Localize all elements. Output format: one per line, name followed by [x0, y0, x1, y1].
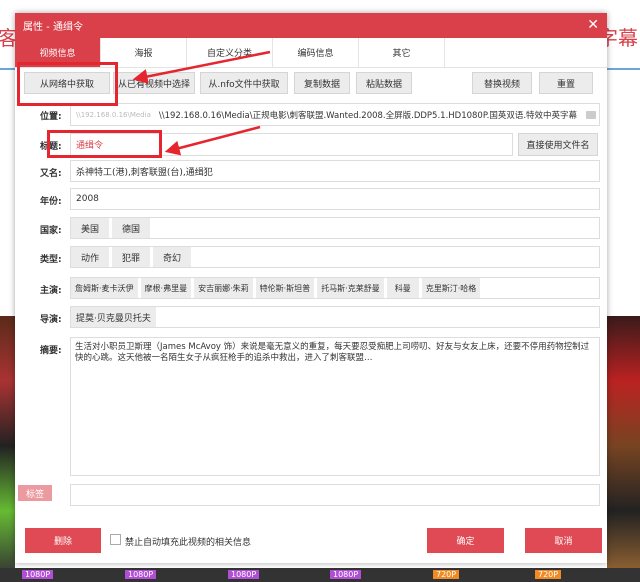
annotation-arrows: [132, 50, 271, 156]
arrow-icon: [164, 125, 261, 156]
arrow-icon: [132, 50, 271, 84]
